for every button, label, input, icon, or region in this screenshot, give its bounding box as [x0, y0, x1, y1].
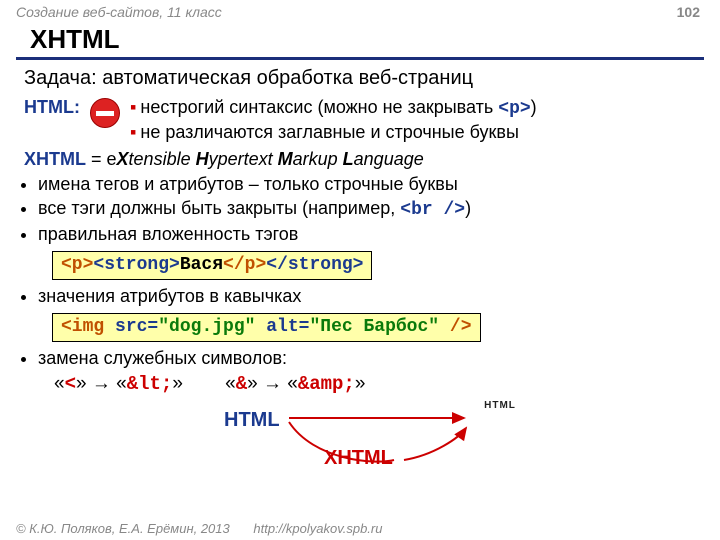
no-entry-icon	[90, 98, 120, 128]
list-item: имена тегов и атрибутов – только строчны…	[38, 173, 704, 196]
bullet-icon: ▪	[130, 122, 136, 142]
code-br-tag: <br />	[400, 200, 465, 220]
arrows-icon	[274, 400, 484, 470]
list-item: все тэги должны быть закрыты (например, …	[38, 197, 704, 222]
page-number: 102	[677, 4, 700, 20]
footer-link[interactable]: http://kpolyakov.spb.ru	[253, 521, 382, 536]
header-bar: Создание веб-сайтов, 11 класс 102	[0, 0, 720, 22]
rules-list: имена тегов и атрибутов – только строчны…	[24, 173, 704, 246]
page-title: XHTML	[30, 24, 720, 55]
xhtml-definition: XHTML = eXtensible Hypertext Markup Lang…	[24, 148, 704, 171]
course-name: Создание веб-сайтов, 11 класс	[16, 4, 222, 20]
code-example-attrs: <img src="dog.jpg" alt="Пес Барбос" />	[52, 313, 481, 342]
entity-examples: «<» → «&lt;» «&» → «&amp;»	[54, 372, 704, 396]
html-drawbacks: HTML: ▪нестрогий синтаксис (можно не зак…	[24, 96, 704, 144]
bullet-icon: ▪	[130, 97, 136, 117]
rules-list-2: значения атрибутов в кавычках	[24, 285, 704, 308]
html-points: ▪нестрогий синтаксис (можно не закрывать…	[130, 96, 537, 144]
list-item: значения атрибутов в кавычках	[38, 285, 704, 308]
rules-list-3: замена служебных символов:	[24, 347, 704, 370]
code-p-tag: <p>	[498, 99, 530, 119]
title-rule	[16, 57, 704, 60]
diagram-html-label: HTML	[224, 408, 280, 434]
task-line: Задача: автоматическая обработка веб-стр…	[24, 66, 704, 92]
list-item: правильная вложенность тэгов	[38, 223, 704, 246]
content: Задача: автоматическая обработка веб-стр…	[0, 66, 720, 472]
html-label: HTML:	[24, 96, 80, 119]
html-xhtml-diagram: HTML XHTML HTML	[24, 400, 704, 472]
footer: © К.Ю. Поляков, Е.А. Ерёмин, 2013 http:/…	[16, 521, 382, 536]
code-example-nesting: <p><strong>Вася</p></strong>	[52, 251, 372, 280]
list-item: замена служебных символов:	[38, 347, 704, 370]
html5-logo-icon: HTML	[472, 400, 528, 463]
copyright: © К.Ю. Поляков, Е.А. Ерёмин, 2013	[16, 521, 230, 536]
